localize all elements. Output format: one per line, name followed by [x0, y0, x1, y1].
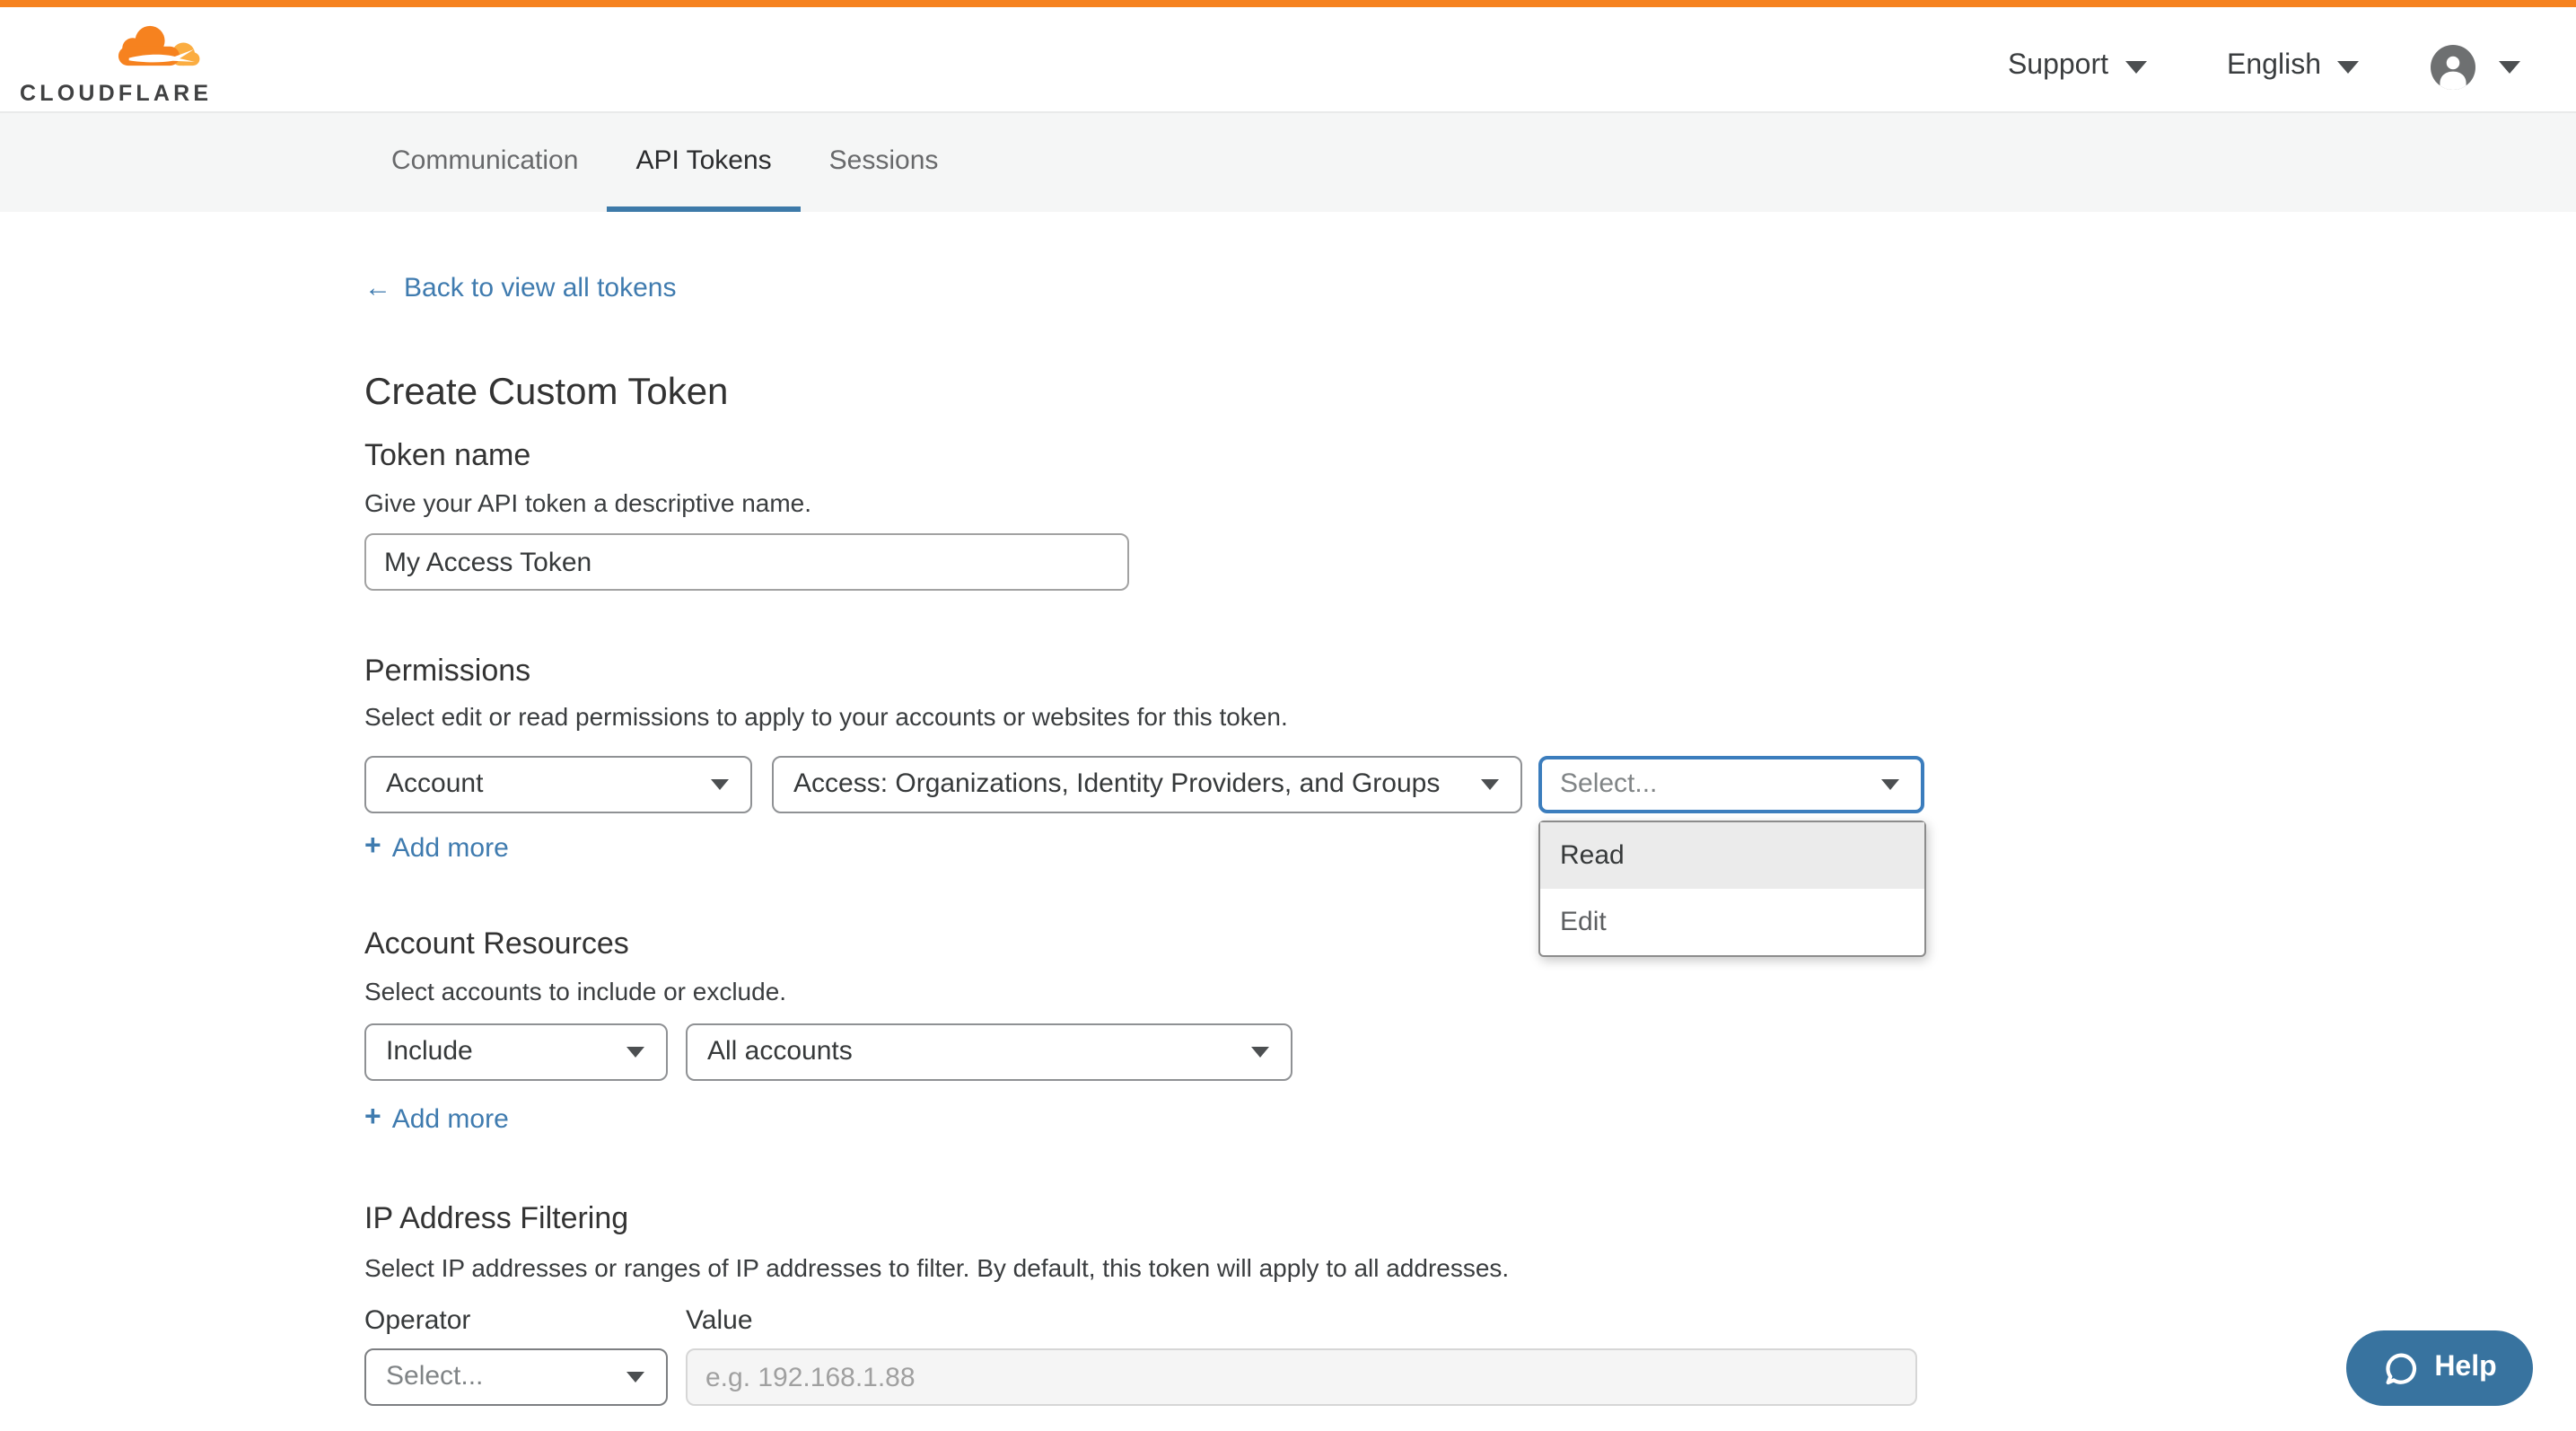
add-more-label: Add more	[392, 832, 509, 863]
permission-access-level-select[interactable]: Select...	[1538, 756, 1924, 813]
token-name-description: Give your API token a descriptive name.	[364, 488, 811, 517]
account-resources-scope-select[interactable]: All accounts	[686, 1023, 1292, 1081]
help-button-label: Help	[2434, 1352, 2496, 1384]
cloudflare-logo[interactable]: CLOUDFLARE	[20, 20, 210, 106]
ip-filtering-description: Select IP addresses or ranges of IP addr…	[364, 1253, 1509, 1282]
plus-icon: +	[364, 1102, 381, 1135]
tab-communication[interactable]: Communication	[363, 113, 607, 212]
permissions-heading: Permissions	[364, 654, 530, 689]
cloudflare-logo-text: CLOUDFLARE	[20, 81, 212, 106]
account-resources-scope-value: All accounts	[707, 1036, 853, 1067]
page: CLOUDFLARE Support English	[0, 0, 2576, 1431]
header-nav: Support English	[2008, 14, 2576, 119]
tab-sessions[interactable]: Sessions	[801, 113, 968, 212]
token-name-input[interactable]	[364, 533, 1129, 591]
back-link-label: Back to view all tokens	[404, 273, 677, 303]
support-dropdown[interactable]: Support	[2008, 50, 2146, 83]
ip-filtering-heading: IP Address Filtering	[364, 1201, 628, 1237]
account-menu[interactable]	[2431, 44, 2520, 89]
tab-api-tokens[interactable]: API Tokens	[607, 113, 800, 212]
account-resources-mode-select[interactable]: Include	[364, 1023, 668, 1081]
chevron-down-icon	[1481, 779, 1499, 790]
token-name-heading: Token name	[364, 438, 530, 474]
account-resources-mode-value: Include	[386, 1036, 473, 1067]
chevron-down-icon	[2337, 60, 2359, 73]
chevron-down-icon	[626, 1047, 644, 1058]
permissions-description: Select edit or read permissions to apply…	[364, 702, 1288, 731]
chevron-down-icon	[711, 779, 729, 790]
cloudflare-cloud-icon	[106, 20, 206, 79]
language-label: English	[2227, 50, 2321, 83]
arrow-left-icon: ←	[364, 273, 391, 303]
plus-icon: +	[364, 831, 381, 864]
chevron-down-icon	[2499, 60, 2520, 73]
permission-scope-select[interactable]: Account	[364, 756, 752, 813]
chevron-down-icon	[1881, 779, 1899, 790]
dropdown-option-edit[interactable]: Edit	[1540, 889, 1924, 955]
permission-access-level-value: Select...	[1560, 768, 1657, 799]
account-resources-description: Select accounts to include or exclude.	[364, 977, 786, 1005]
page-title: Create Custom Token	[364, 372, 728, 415]
account-resources-heading: Account Resources	[364, 926, 629, 962]
user-avatar-icon	[2431, 44, 2475, 89]
value-label: Value	[686, 1305, 753, 1336]
add-more-label: Add more	[392, 1103, 509, 1134]
support-label: Support	[2008, 50, 2108, 83]
account-resources-add-more-link[interactable]: + Add more	[364, 1102, 509, 1135]
help-button[interactable]: Help	[2346, 1330, 2533, 1406]
permissions-add-more-link[interactable]: + Add more	[364, 831, 509, 864]
header: CLOUDFLARE Support English	[0, 7, 2576, 111]
access-level-dropdown-menu: Read Edit	[1538, 821, 1926, 957]
chat-bubble-icon	[2382, 1349, 2420, 1387]
ip-operator-value: Select...	[386, 1361, 483, 1391]
back-to-tokens-link[interactable]: ← Back to view all tokens	[364, 273, 677, 303]
permission-resource-value: Access: Organizations, Identity Provider…	[793, 768, 1440, 799]
chevron-down-icon	[626, 1372, 644, 1383]
operator-label: Operator	[364, 1305, 470, 1336]
language-dropdown[interactable]: English	[2227, 50, 2359, 83]
dropdown-option-read[interactable]: Read	[1540, 822, 1924, 889]
top-accent-bar	[0, 0, 2576, 7]
ip-operator-select[interactable]: Select...	[364, 1348, 668, 1406]
chevron-down-icon	[2125, 60, 2146, 73]
permission-scope-value: Account	[386, 768, 483, 799]
permission-resource-select[interactable]: Access: Organizations, Identity Provider…	[772, 756, 1522, 813]
ip-value-input[interactable]	[686, 1348, 1917, 1406]
profile-tabbar: Communication API Tokens Sessions	[0, 111, 2576, 212]
chevron-down-icon	[1251, 1047, 1269, 1058]
